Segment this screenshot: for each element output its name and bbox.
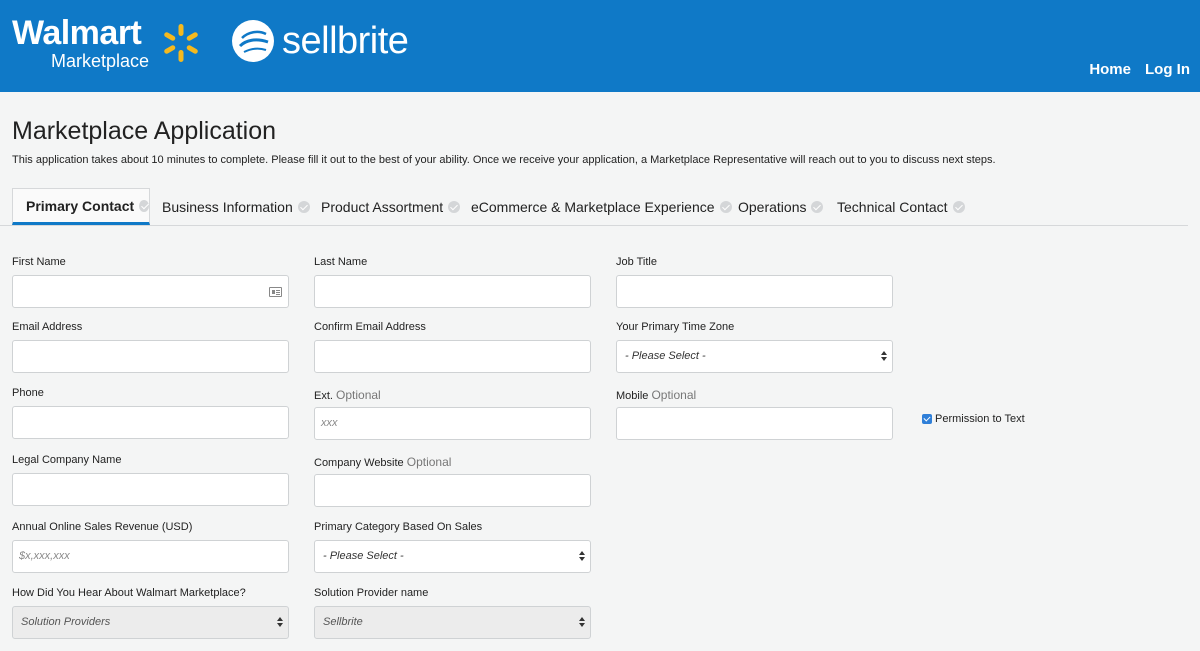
top-nav: Home Log In (1089, 61, 1190, 78)
check-circle-icon (719, 200, 732, 213)
optional-tag: Optional (651, 388, 697, 402)
check-circle-icon (811, 200, 824, 213)
home-link[interactable]: Home (1089, 61, 1131, 78)
last-name-label: Last Name (314, 256, 368, 268)
check-circle-icon (952, 200, 965, 213)
hear-about-selected: Solution Providers (21, 616, 111, 628)
tab-technical-contact[interactable]: Technical Contact (837, 188, 965, 225)
job-title-field[interactable] (616, 275, 893, 308)
mobile-field[interactable] (616, 407, 893, 440)
tab-business-information[interactable]: Business Information (162, 188, 310, 225)
phone-label: Phone (12, 387, 44, 399)
tab-operations[interactable]: Operations (738, 188, 824, 225)
top-header: Walmart Marketplace sellbrite Home Log I… (0, 0, 1200, 92)
walmart-marketplace-logo[interactable]: Walmart Marketplace (12, 14, 198, 71)
primary-category-select[interactable]: - Please Select - (314, 540, 591, 573)
login-link[interactable]: Log In (1145, 61, 1190, 78)
check-circle-icon (139, 199, 149, 212)
intro-text: This application takes about 10 minutes … (12, 154, 996, 166)
company-website-field[interactable] (314, 474, 591, 507)
time-zone-select[interactable]: - Please Select - (616, 340, 893, 373)
confirm-email-label: Confirm Email Address (314, 321, 426, 333)
select-arrows-icon (881, 351, 887, 363)
first-name-field[interactable] (12, 275, 289, 308)
solution-provider-select[interactable]: Sellbrite (314, 606, 591, 639)
tab-product-assortment[interactable]: Product Assortment (321, 188, 461, 225)
ext-label-text: Ext. (314, 390, 333, 402)
hear-about-label: How Did You Hear About Walmart Marketpla… (12, 587, 246, 599)
tab-label: eCommerce & Marketplace Experience (471, 198, 715, 215)
contact-card-icon[interactable] (269, 287, 282, 297)
check-circle-icon (448, 200, 461, 213)
tab-label: Product Assortment (321, 198, 444, 215)
tab-ecommerce-marketplace-experience[interactable]: eCommerce & Marketplace Experience (471, 188, 732, 225)
page-title: Marketplace Application (12, 117, 277, 145)
confirm-email-field[interactable] (314, 340, 591, 373)
mobile-label-text: Mobile (616, 390, 649, 402)
solution-provider-selected: Sellbrite (323, 616, 363, 628)
ext-placeholder: xxx (321, 417, 338, 429)
sellbrite-wordmark: sellbrite (282, 20, 409, 62)
email-label: Email Address (12, 321, 83, 333)
primary-category-selected: - Please Select - (323, 550, 404, 562)
legal-company-label: Legal Company Name (12, 454, 122, 466)
annual-revenue-label: Annual Online Sales Revenue (USD) (12, 521, 193, 533)
select-arrows-icon (579, 551, 585, 563)
tab-label: Operations (738, 198, 807, 215)
last-name-field[interactable] (314, 275, 591, 308)
tab-label: Technical Contact (837, 198, 948, 215)
walmart-wordmark: Walmart (12, 14, 142, 52)
mobile-label: Mobile Optional (616, 388, 696, 402)
ext-label: Ext. Optional (314, 388, 381, 402)
ext-field[interactable]: xxx (314, 407, 591, 440)
company-website-label-text: Company Website (314, 457, 404, 469)
sellbrite-swirl-icon (232, 20, 274, 62)
tab-label: Business Information (162, 198, 293, 215)
annual-revenue-placeholder: $x,xxx,xxx (19, 550, 70, 562)
select-arrows-icon (277, 617, 283, 629)
section-tabs: Primary Contact Business Information Pro… (12, 188, 1200, 226)
email-field[interactable] (12, 340, 289, 373)
time-zone-label: Your Primary Time Zone (616, 321, 735, 333)
optional-tag: Optional (336, 388, 381, 402)
annual-revenue-field[interactable]: $x,xxx,xxx (12, 540, 289, 573)
sellbrite-logo[interactable]: sellbrite (230, 18, 409, 64)
select-arrows-icon (579, 617, 585, 629)
legal-company-field[interactable] (12, 473, 289, 506)
permission-to-text-label[interactable]: Permission to Text (935, 413, 1025, 425)
phone-field[interactable] (12, 406, 289, 439)
marketplace-wordmark: Marketplace (51, 51, 150, 71)
primary-category-label: Primary Category Based On Sales (314, 521, 483, 533)
hear-about-select[interactable]: Solution Providers (12, 606, 289, 639)
optional-tag: Optional (406, 455, 452, 469)
solution-provider-label: Solution Provider name (314, 587, 429, 599)
first-name-label: First Name (12, 256, 66, 268)
walmart-spark-icon (164, 24, 198, 62)
permission-to-text-checkbox[interactable] (922, 414, 932, 424)
tab-label: Primary Contact (26, 197, 135, 214)
company-website-label: Company Website Optional (314, 455, 451, 469)
job-title-label: Job Title (616, 256, 657, 268)
time-zone-selected: - Please Select - (625, 350, 706, 362)
check-circle-icon (297, 200, 310, 213)
tab-primary-contact[interactable]: Primary Contact (12, 188, 150, 225)
